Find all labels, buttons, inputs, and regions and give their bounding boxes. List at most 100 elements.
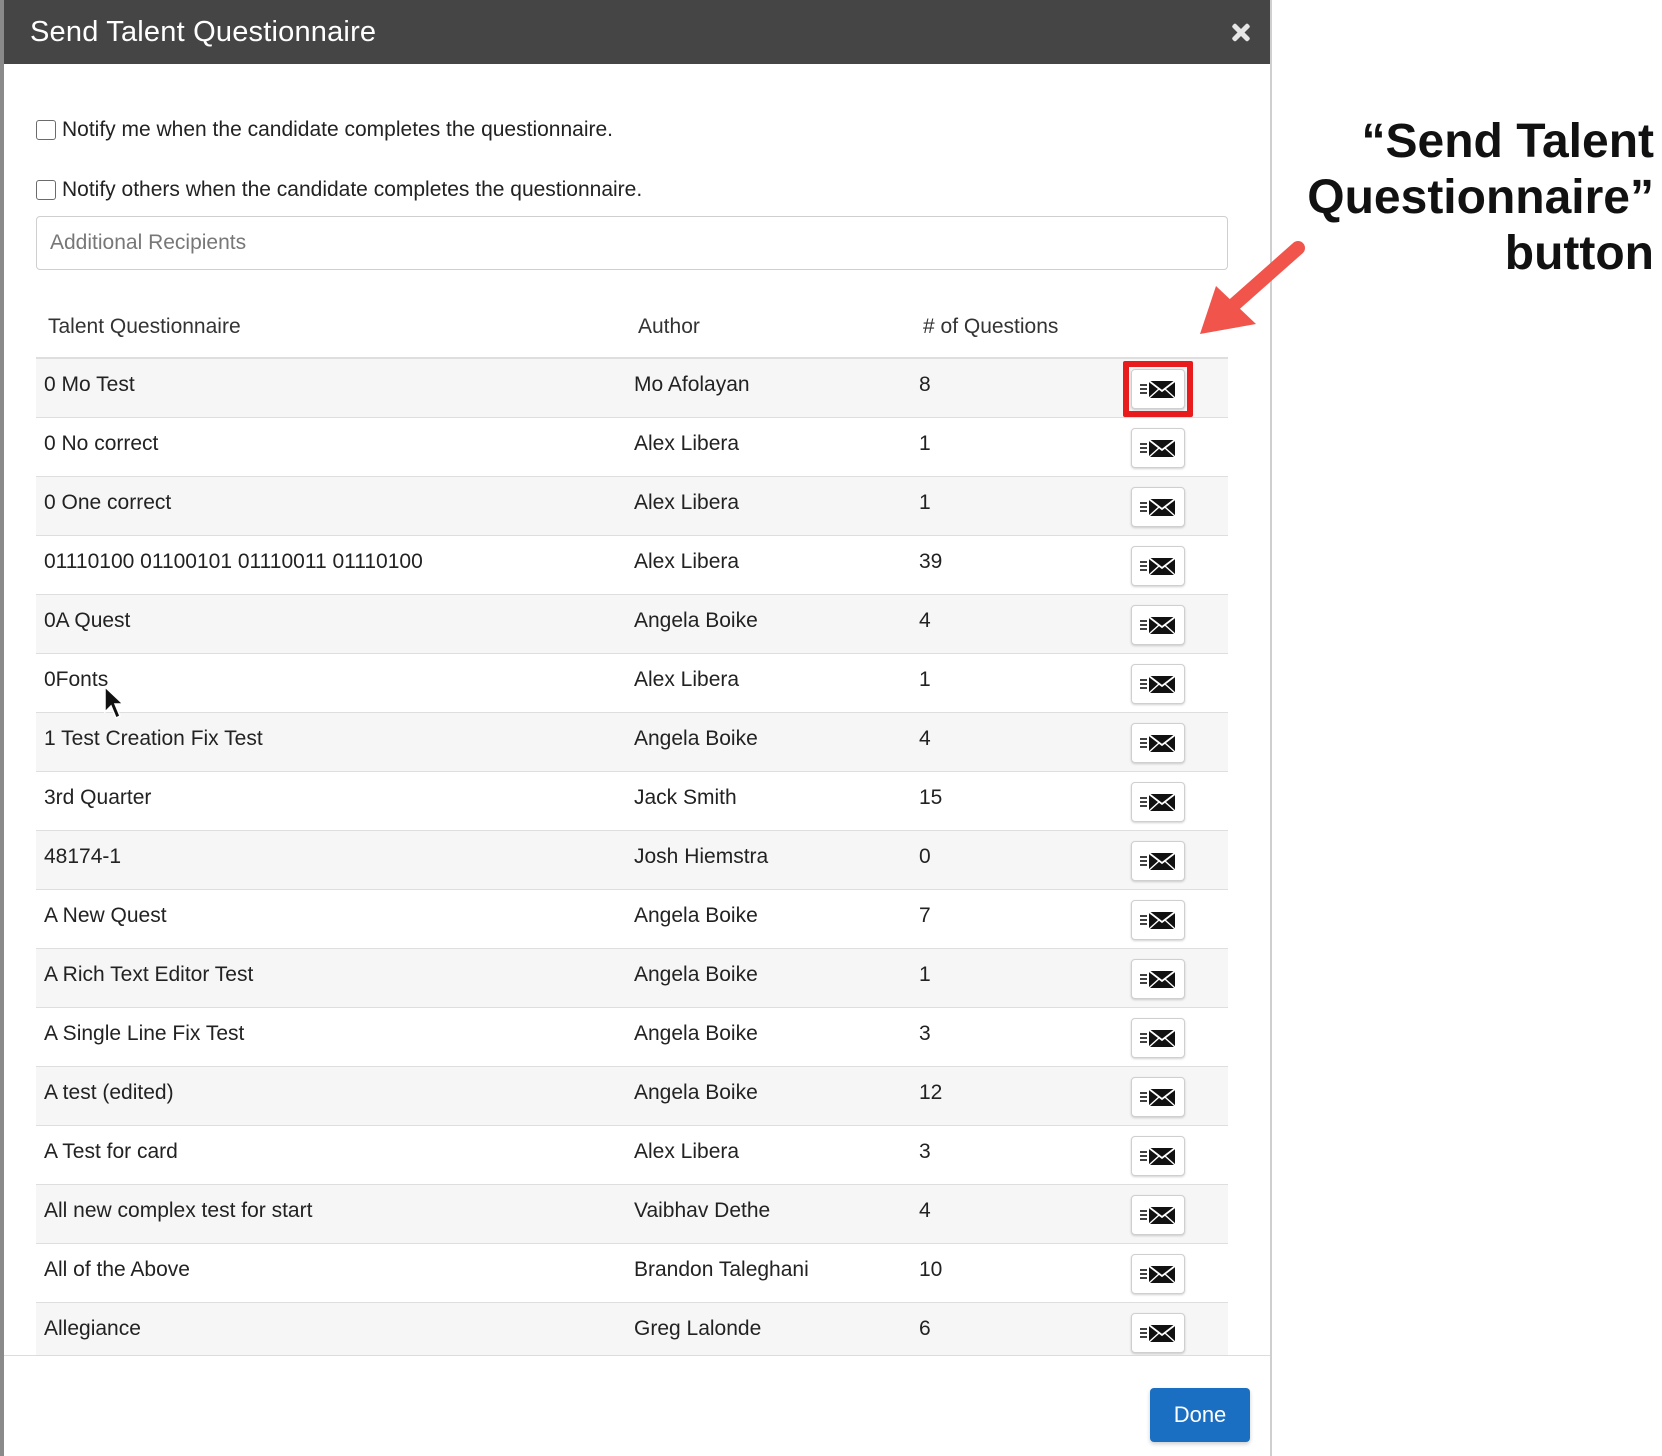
cell-count: 6	[911, 1302, 1131, 1355]
cell-count: 7	[911, 889, 1131, 949]
cell-name: A Rich Text Editor Test	[36, 948, 626, 1008]
cell-count: 4	[911, 712, 1131, 772]
cell-name: Allegiance	[36, 1302, 626, 1355]
cell-author: Greg Lalonde	[626, 1302, 911, 1355]
done-button[interactable]: Done	[1150, 1388, 1250, 1442]
cell-name: 3rd Quarter	[36, 771, 626, 831]
send-envelope-icon	[1140, 1146, 1176, 1166]
cell-author: Alex Libera	[626, 653, 911, 713]
cell-name: A test (edited)	[36, 1066, 626, 1126]
send-questionnaire-button[interactable]	[1131, 1135, 1185, 1176]
send-envelope-icon	[1140, 910, 1176, 930]
additional-recipients-input[interactable]	[36, 216, 1228, 270]
cell-count: 3	[911, 1007, 1131, 1067]
cell-count: 39	[911, 535, 1131, 595]
cell-author: Josh Hiemstra	[626, 830, 911, 890]
send-questionnaire-button[interactable]	[1131, 1076, 1185, 1117]
annotation-callout: “Send Talent Questionnaire” button	[1307, 115, 1654, 280]
table-row: A Single Line Fix Test Angela Boike 3	[36, 1007, 1228, 1067]
cell-count: 3	[911, 1125, 1131, 1185]
table-row: 0 No correct Alex Libera 1	[36, 417, 1228, 477]
send-envelope-icon	[1140, 969, 1176, 989]
cell-name: 1 Test Creation Fix Test	[36, 712, 626, 772]
header-talent-questionnaire[interactable]: Talent Questionnaire	[36, 300, 626, 359]
send-questionnaire-button[interactable]	[1131, 427, 1185, 468]
modal-header: Send Talent Questionnaire	[4, 0, 1270, 64]
send-questionnaire-button[interactable]	[1131, 604, 1185, 645]
cell-action	[1131, 889, 1228, 949]
cell-name: 0A Quest	[36, 594, 626, 654]
screenshot-page: Send Talent Questionnaire Notify me when…	[0, 0, 1662, 1456]
send-envelope-icon	[1140, 497, 1176, 517]
modal-title: Send Talent Questionnaire	[30, 15, 377, 48]
cell-author: Angela Boike	[626, 1066, 911, 1126]
send-envelope-icon	[1140, 1028, 1176, 1048]
cell-action	[1131, 358, 1228, 418]
cell-action	[1131, 535, 1228, 595]
cell-name: 01110100 01100101 01110011 01110100	[36, 535, 626, 595]
send-questionnaire-button[interactable]	[1131, 899, 1185, 940]
close-icon[interactable]	[1226, 17, 1256, 47]
send-envelope-icon	[1140, 615, 1176, 635]
send-questionnaire-button[interactable]	[1131, 840, 1185, 881]
modal-body: Notify me when the candidate completes t…	[4, 64, 1270, 1356]
cell-action	[1131, 594, 1228, 654]
cell-count: 1	[911, 476, 1131, 536]
cell-action	[1131, 712, 1228, 772]
header-author[interactable]: Author	[626, 300, 911, 359]
cell-author: Angela Boike	[626, 712, 911, 772]
send-questionnaire-button[interactable]	[1131, 958, 1185, 999]
cell-action	[1131, 1302, 1228, 1355]
send-questionnaire-button[interactable]	[1131, 663, 1185, 704]
notify-me-checkbox[interactable]	[36, 120, 56, 140]
send-questionnaire-button[interactable]	[1131, 1312, 1185, 1353]
cell-count: 1	[911, 948, 1131, 1008]
send-envelope-icon	[1140, 1205, 1176, 1225]
modal-footer: Done	[4, 1356, 1270, 1456]
cell-name: 0 No correct	[36, 417, 626, 477]
cell-author: Angela Boike	[626, 948, 911, 1008]
mouse-cursor-icon	[104, 686, 125, 720]
cell-author: Alex Libera	[626, 476, 911, 536]
cell-name: 0 Mo Test	[36, 358, 626, 418]
cell-author: Alex Libera	[626, 535, 911, 595]
table-row: A Test for card Alex Libera 3	[36, 1125, 1228, 1185]
cell-action	[1131, 1243, 1228, 1303]
header-question-count[interactable]: # of Questions	[911, 300, 1131, 359]
send-envelope-icon	[1140, 674, 1176, 694]
table-row: A test (edited) Angela Boike 12	[36, 1066, 1228, 1126]
table-row: A New Quest Angela Boike 7	[36, 889, 1228, 949]
notify-others-checkbox[interactable]	[36, 180, 56, 200]
send-questionnaire-button[interactable]	[1131, 545, 1185, 586]
notify-others-label: Notify others when the candidate complet…	[62, 178, 643, 201]
cell-action	[1131, 948, 1228, 1008]
cell-author: Alex Libera	[626, 417, 911, 477]
cell-count: 0	[911, 830, 1131, 890]
send-questionnaire-button[interactable]	[1131, 369, 1185, 409]
cell-name: All of the Above	[36, 1243, 626, 1303]
send-questionnaire-button[interactable]	[1131, 1017, 1185, 1058]
cell-action	[1131, 771, 1228, 831]
send-envelope-icon	[1140, 1087, 1176, 1107]
cell-action	[1131, 830, 1228, 890]
send-questionnaire-button[interactable]	[1131, 722, 1185, 763]
cell-count: 1	[911, 653, 1131, 713]
send-questionnaire-modal: Send Talent Questionnaire Notify me when…	[4, 0, 1272, 1456]
send-questionnaire-button[interactable]	[1131, 1194, 1185, 1235]
cell-author: Mo Afolayan	[626, 358, 911, 418]
cell-action	[1131, 1125, 1228, 1185]
send-questionnaire-button[interactable]	[1131, 1253, 1185, 1294]
table-row: 0 One correct Alex Libera 1	[36, 476, 1228, 536]
send-questionnaire-button[interactable]	[1131, 781, 1185, 822]
table-row: All new complex test for start Vaibhav De…	[36, 1184, 1228, 1244]
notify-others-option[interactable]: Notify others when the candidate complet…	[36, 178, 1230, 202]
annotation-arrow-icon	[1200, 241, 1305, 334]
table-header-row: Talent Questionnaire Author # of Questio…	[36, 300, 1228, 359]
notify-me-option[interactable]: Notify me when the candidate completes t…	[36, 118, 1230, 142]
cell-action	[1131, 1066, 1228, 1126]
cell-author: Alex Libera	[626, 1125, 911, 1185]
send-envelope-icon	[1140, 556, 1176, 576]
send-envelope-icon	[1140, 1264, 1176, 1284]
send-questionnaire-button[interactable]	[1131, 486, 1185, 527]
cell-count: 15	[911, 771, 1131, 831]
